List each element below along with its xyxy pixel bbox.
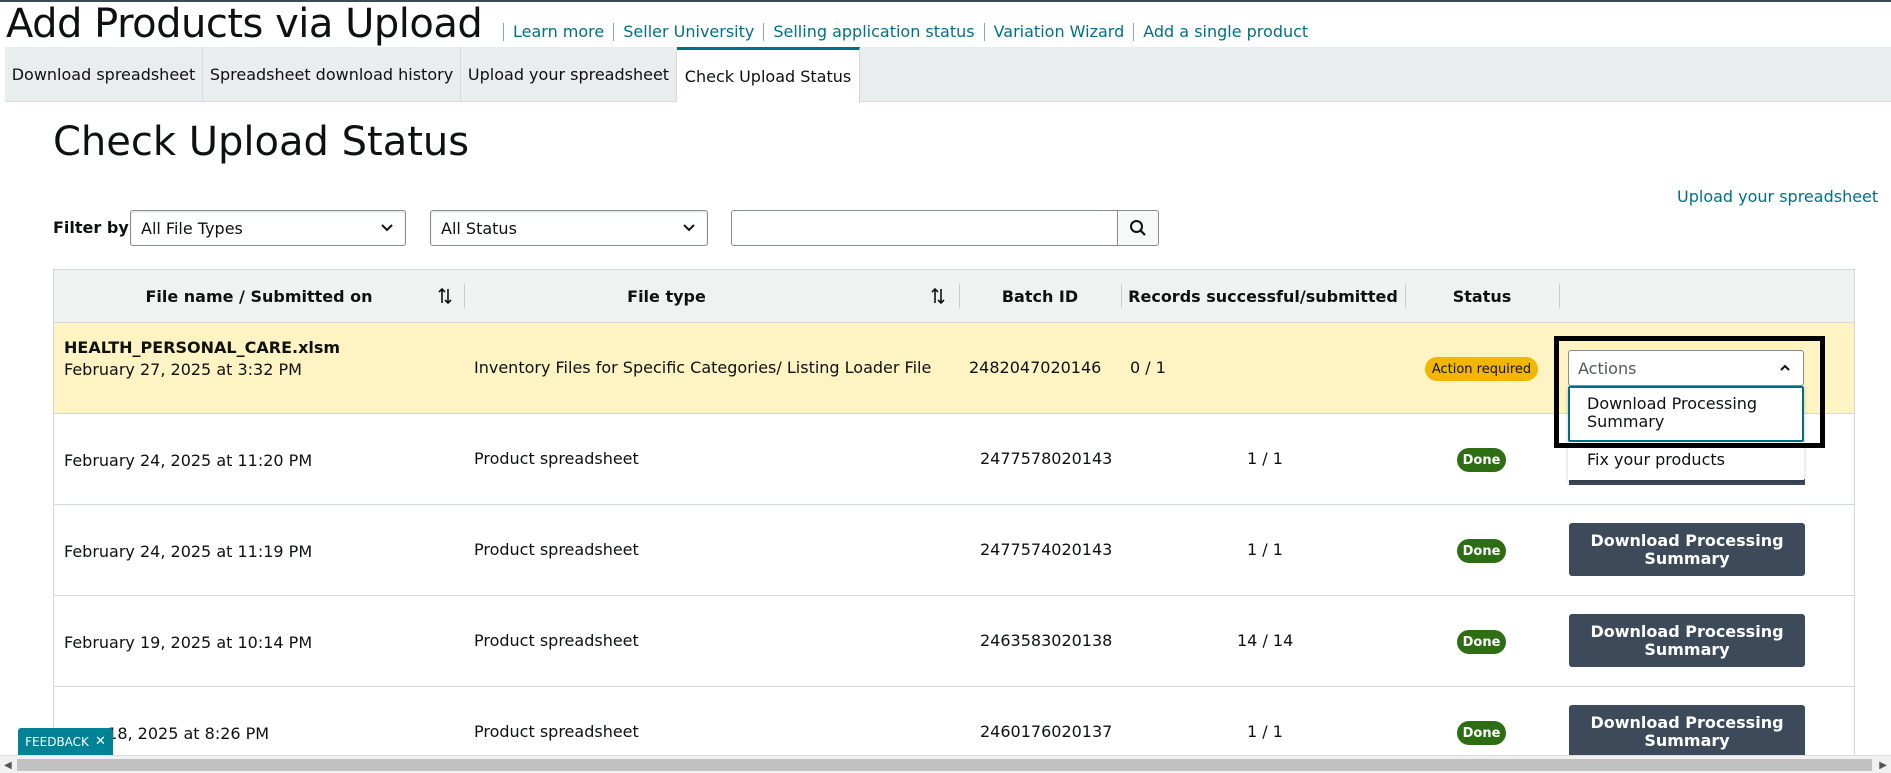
scrollbar-thumb[interactable] (17, 759, 1872, 771)
actions-label: Actions (1578, 358, 1637, 378)
status-badge: Done (1457, 630, 1506, 654)
link-separator (983, 22, 985, 41)
submitted-date: February 27, 2025 at 3:32 PM (64, 360, 302, 379)
records-count: 1 / 1 (1247, 722, 1283, 741)
col-file-type: File type (627, 287, 706, 306)
file-type: Product spreadsheet (474, 449, 639, 468)
selling-application-status-link[interactable]: Selling application status (773, 22, 974, 41)
learn-more-link[interactable]: Learn more (513, 22, 604, 41)
tab-bar: Download spreadsheet Spreadsheet downloa… (5, 47, 1891, 103)
col-records: Records successful/submitted (1128, 287, 1398, 306)
records-count: 1 / 1 (1247, 449, 1283, 468)
header-links: Learn more Seller University Selling app… (494, 22, 1308, 41)
batch-id: 2460176020137 (980, 722, 1113, 741)
link-separator (503, 22, 504, 41)
tab-check-upload-status[interactable]: Check Upload Status (677, 47, 860, 103)
status-badge: Done (1457, 448, 1506, 472)
table-row: February 24, 2025 at 11:19 PM Product sp… (54, 505, 1854, 596)
download-summary-button[interactable]: Download Processing Summary (1569, 523, 1805, 576)
submitted-date: February 24, 2025 at 11:20 PM (64, 451, 313, 470)
link-separator (763, 22, 765, 41)
chevron-down-icon (683, 224, 695, 232)
batch-id: 2463583020138 (980, 631, 1113, 650)
download-summary-button[interactable]: Download Processing Summary (1569, 614, 1805, 667)
submitted-date: ry 18, 2025 at 8:26 PM (86, 724, 270, 743)
col-status: Status (1452, 287, 1512, 306)
file-type-select[interactable]: All File Types (130, 210, 406, 246)
file-type: Product spreadsheet (474, 722, 639, 741)
menu-item-fix-your-products[interactable]: Fix your products (1568, 442, 1804, 480)
file-name: HEALTH_PERSONAL_CARE.xlsm (64, 338, 341, 357)
upload-spreadsheet-link[interactable]: Upload your spreadsheet (1677, 187, 1878, 206)
sort-icon[interactable] (437, 285, 453, 307)
records-count: 14 / 14 (1237, 631, 1294, 650)
feedback-label: FEEDBACK (25, 734, 89, 749)
status-select[interactable]: All Status (430, 210, 708, 246)
chevron-up-icon (1780, 364, 1790, 371)
tab-download-spreadsheet[interactable]: Download spreadsheet (5, 47, 203, 102)
search-input[interactable] (731, 210, 1118, 246)
search-button[interactable] (1117, 210, 1159, 246)
file-type-value: All File Types (141, 218, 243, 238)
close-icon[interactable]: ✕ (95, 734, 106, 749)
batch-id: 2477578020143 (980, 449, 1113, 468)
col-batch-id: Batch ID (1001, 287, 1079, 306)
seller-university-link[interactable]: Seller University (623, 22, 754, 41)
add-single-product-link[interactable]: Add a single product (1143, 22, 1308, 41)
file-type: Product spreadsheet (474, 540, 639, 559)
actions-select[interactable]: Actions (1568, 350, 1804, 386)
tab-upload-your-spreadsheet[interactable]: Upload your spreadsheet (461, 47, 677, 102)
link-separator (613, 22, 615, 41)
app-title: Add Products via Upload (6, 1, 483, 47)
scroll-right-icon[interactable]: ▶ (1879, 760, 1887, 771)
status-badge: Action required (1425, 357, 1538, 381)
batch-id: 2482047020146 (969, 358, 1102, 377)
link-separator (1133, 22, 1135, 41)
records-count: 0 / 1 (1130, 358, 1166, 377)
tab-spreadsheet-download-history[interactable]: Spreadsheet download history (203, 47, 461, 102)
status-value: All Status (441, 218, 517, 238)
filter-label: Filter by: (53, 218, 136, 237)
file-type: Inventory Files for Specific Categories/… (474, 358, 932, 377)
status-badge: Done (1457, 539, 1506, 563)
menu-item-download-processing-summary[interactable]: Download Processing Summary (1568, 386, 1804, 442)
submitted-date: February 24, 2025 at 11:19 PM (64, 542, 313, 561)
variation-wizard-link[interactable]: Variation Wizard (994, 22, 1125, 41)
col-file-name: File name / Submitted on (145, 287, 373, 306)
scroll-left-icon[interactable]: ◀ (4, 760, 12, 771)
sort-icon[interactable] (930, 285, 946, 307)
feedback-button[interactable]: FEEDBACK ✕ (18, 728, 113, 755)
submitted-date: February 19, 2025 at 10:14 PM (64, 633, 313, 652)
batch-id: 2477574020143 (980, 540, 1113, 559)
page-title: Check Upload Status (53, 119, 470, 165)
download-summary-button[interactable]: Download Processing Summary (1569, 705, 1805, 758)
table-row: February 19, 2025 at 10:14 PM Product sp… (54, 596, 1854, 687)
table-header: File name / Submitted on File type Batch… (54, 270, 1854, 323)
actions-dropdown-menu: Download Processing Summary Fix your pro… (1568, 386, 1804, 480)
horizontal-scrollbar[interactable]: ◀ ▶ (0, 755, 1891, 773)
upload-status-table: File name / Submitted on File type Batch… (53, 269, 1855, 773)
column-divider (1559, 284, 1560, 308)
status-badge: Done (1457, 721, 1506, 745)
chevron-down-icon (381, 224, 393, 232)
file-type: Product spreadsheet (474, 631, 639, 650)
records-count: 1 / 1 (1247, 540, 1283, 559)
search-icon (1130, 220, 1146, 236)
